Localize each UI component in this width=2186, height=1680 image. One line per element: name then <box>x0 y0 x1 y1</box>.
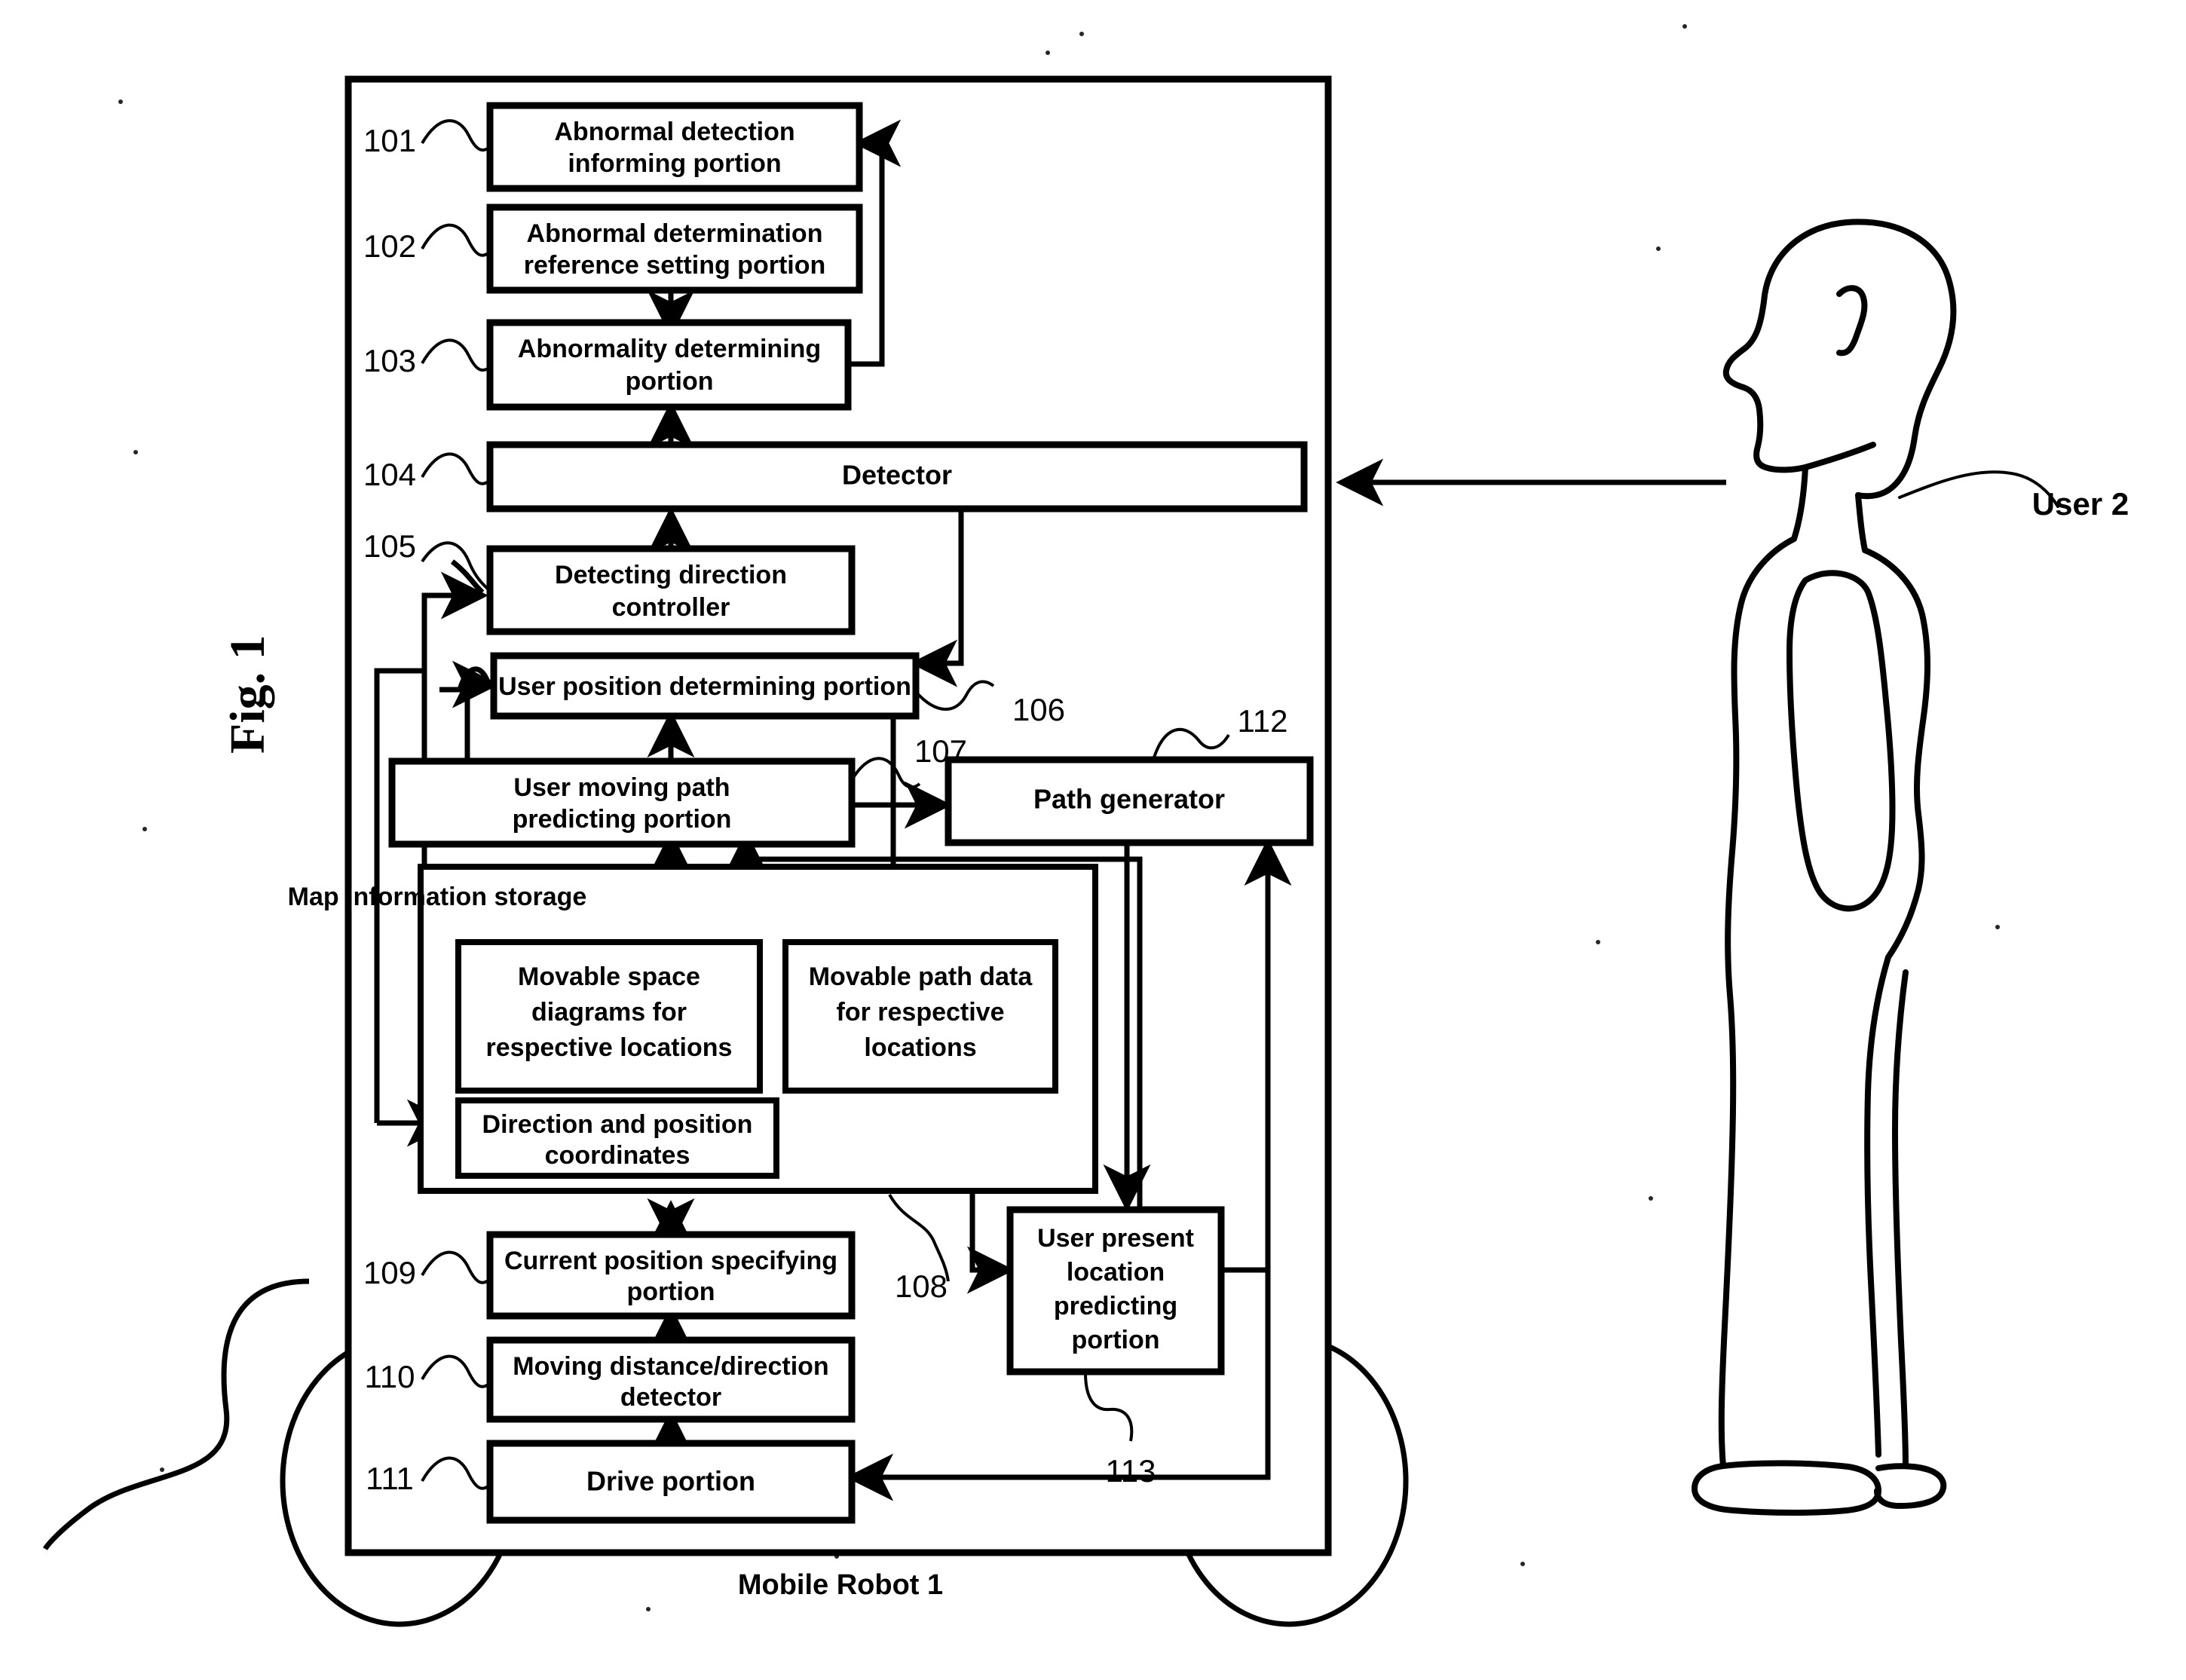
user-face-profile <box>1722 298 1808 473</box>
block-105-line-2: controller <box>612 593 730 622</box>
ref-number-112: 112 <box>1238 703 1288 739</box>
block-109-line-2: portion <box>626 1278 715 1306</box>
block-101-line-2: informing portion <box>568 149 781 178</box>
block-102-line-1: Abnormal determination <box>527 219 823 248</box>
block-109-line-1: Current position specifying <box>504 1247 837 1275</box>
user-head-outline <box>1761 219 1957 500</box>
ref-number-102: 102 <box>363 228 416 264</box>
block-102-line-2: reference setting portion <box>524 251 826 280</box>
block-113-line-2: location <box>1067 1258 1165 1287</box>
user-leg-split <box>1864 954 1891 1458</box>
user-foot-back <box>1874 1463 1947 1509</box>
block-108a-line-2: diagrams for <box>531 998 687 1027</box>
user-arm <box>1786 570 1896 912</box>
figure-title: Fig. 1 <box>220 635 275 754</box>
block-108c-line-2: coordinates <box>545 1141 690 1170</box>
user-neck-back <box>1855 492 1868 553</box>
block-106-label: User position determining portion <box>498 672 911 701</box>
figure-canvas: Abnormal detection informing portion 101… <box>42 24 2129 1627</box>
block-108a-line-1: Movable space <box>518 962 700 991</box>
block-108b-line-3: locations <box>864 1033 976 1062</box>
block-108b-line-1: Movable path data <box>809 962 1033 991</box>
block-107-line-2: predicting portion <box>513 805 732 834</box>
block-108b-line-2: for respective <box>837 998 1005 1027</box>
ref-number-101: 101 <box>363 123 416 158</box>
block-113-line-1: User present <box>1037 1224 1194 1253</box>
block-104: Detector 104 <box>363 441 1308 513</box>
block-103-line-1: Abnormality determining <box>518 335 821 363</box>
block-111-label: Drive portion <box>586 1466 755 1497</box>
ref-number-103: 103 <box>363 343 416 378</box>
user-torso-front <box>1718 536 1797 1469</box>
block-108a-line-3: respective locations <box>486 1033 733 1062</box>
block-107-line-1: User moving path <box>513 773 730 802</box>
ref-number-110: 110 <box>365 1359 415 1394</box>
block-108b: Movable path data for respective locatio… <box>782 939 1058 1094</box>
block-101-line-1: Abnormal detection <box>554 118 794 146</box>
figure-title-text: Fig. 1 <box>220 635 275 754</box>
block-110-line-1: Moving distance/direction <box>513 1352 828 1381</box>
user-ear <box>1836 285 1868 357</box>
block-104-label: Detector <box>842 460 952 491</box>
block-108a: Movable space diagrams for respective lo… <box>455 939 763 1094</box>
power-cord <box>42 1278 310 1550</box>
ref-number-106: 106 <box>1012 692 1065 727</box>
mobile-robot-caption: Mobile Robot 1 <box>738 1569 943 1601</box>
block-105-line-1: Detecting direction <box>555 561 787 589</box>
patent-figure-page: Abnormal detection informing portion 101… <box>0 0 2186 1680</box>
ref-number-105: 105 <box>363 528 416 564</box>
ref-number-113: 113 <box>1106 1453 1156 1489</box>
user-2-label: User 2 <box>2032 486 2129 522</box>
block-113-line-4: portion <box>1071 1326 1159 1354</box>
user-foot-front <box>1692 1460 1881 1516</box>
user-figure <box>1692 219 2059 1516</box>
ref-number-108: 108 <box>895 1268 948 1304</box>
block-112-label: Path generator <box>1033 784 1225 815</box>
ref-number-104: 104 <box>363 457 416 492</box>
user-jaw-line <box>1802 442 1876 470</box>
block-103-line-2: portion <box>625 367 713 396</box>
block-113-line-3: predicting <box>1054 1292 1177 1320</box>
ref-number-109: 109 <box>363 1255 416 1290</box>
ref-number-111: 111 <box>366 1461 414 1496</box>
block-108c: Direction and position coordinates <box>455 1097 779 1179</box>
block-110-line-2: detector <box>620 1383 721 1412</box>
user-neck-front <box>1791 464 1808 542</box>
user-leg-back-edge <box>1892 969 1909 1469</box>
block-108-title: Map information storage <box>288 883 587 911</box>
block-108c-line-1: Direction and position <box>482 1110 753 1139</box>
